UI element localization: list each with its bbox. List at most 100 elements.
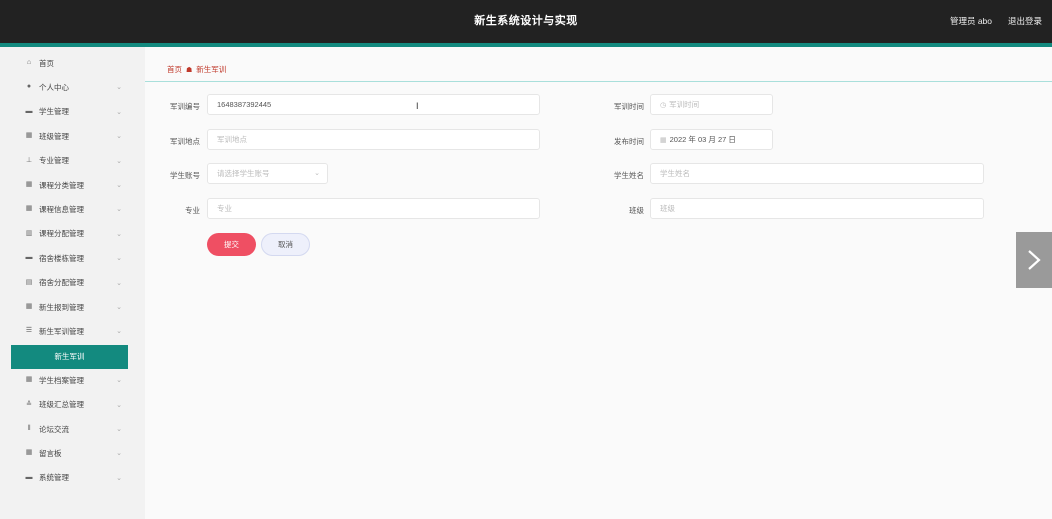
student-name-label: 学生姓名 xyxy=(614,171,644,180)
chevron-down-icon: ⌄ xyxy=(116,474,122,482)
chevron-down-icon: ⌄ xyxy=(116,230,122,238)
home-icon: ⌂ xyxy=(26,59,32,66)
major-label: 专业 xyxy=(185,206,200,215)
training-time-label: 军训时间 xyxy=(614,102,644,111)
grid-icon: ▦ xyxy=(25,449,33,457)
top-bar: 新生系统设计与实现 管理员 abo 退出登录 xyxy=(0,0,1052,43)
sidebar-item-label: 新生军训管理 xyxy=(39,326,84,336)
major-input[interactable]: 专业 xyxy=(207,198,540,219)
sidebar-item-label: 宿舍楼栋管理 xyxy=(39,253,84,263)
text-cursor-icon: I xyxy=(416,101,419,111)
sidebar-item[interactable]: ▤ 宿舍分配管理 ⌄ xyxy=(0,271,145,295)
sidebar: ⌂ 首页 ● 个人中心 ⌄ ▬ 学生管理 ⌄ ▦ 班级管理 ⌄ ⊥ 专业管理 ⌄ ▦ 课程分类管理 ⌄ ▦ 课程信息… xyxy=(0,47,145,519)
chevron-down-icon: ⌄ xyxy=(116,182,122,189)
chevron-down-icon: ⌄ xyxy=(116,255,122,263)
clock-icon: ◷ xyxy=(660,102,667,109)
student-name-input[interactable]: 学生姓名 xyxy=(650,163,984,184)
breadcrumb: 首页 ☗ 新生军训 xyxy=(167,64,226,75)
stack-icon: ≙ xyxy=(26,400,32,408)
training-id-label: 军训编号 xyxy=(170,102,200,111)
chevron-down-icon: ⌄ xyxy=(116,108,122,116)
chevron-down-icon: ⌄ xyxy=(116,304,122,311)
chevron-down-icon: ⌄ xyxy=(116,84,122,92)
sidebar-item[interactable]: ▬ 系统管理 ⌄ xyxy=(0,466,145,490)
training-time-picker[interactable]: ◷ 军训时间 xyxy=(650,94,773,115)
chevron-down-icon: ⌄ xyxy=(116,279,122,287)
sidebar-item[interactable]: ⦀ 论坛交流 ⌄ xyxy=(0,417,145,441)
sidebar-item-label: 首页 xyxy=(39,58,54,68)
sidebar-item[interactable]: ▦ 班级管理 ⌄ xyxy=(0,124,145,148)
category-icon: ▦ xyxy=(25,181,33,188)
header-accent-line xyxy=(0,43,1052,47)
doc-icon: ▤ xyxy=(25,278,33,286)
sidebar-item-label: 专业管理 xyxy=(39,156,69,166)
sidebar-item[interactable]: ▦ 课程分类管理 ⌄ xyxy=(0,173,145,197)
sidebar-item-label: 宿舍分配管理 xyxy=(39,278,84,288)
next-page-button[interactable] xyxy=(1016,232,1052,288)
breadcrumb-divider xyxy=(145,81,1052,82)
breadcrumb-current: 新生军训 xyxy=(196,65,227,74)
chevron-right-icon xyxy=(1028,250,1041,270)
app-title: 新生系统设计与实现 xyxy=(474,15,578,27)
logout-link[interactable]: 退出登录 xyxy=(1008,0,1042,43)
sidebar-item-label: 学生管理 xyxy=(39,107,69,117)
publish-time-label: 发布时间 xyxy=(614,137,644,146)
sidebar-item-label: 班级汇总管理 xyxy=(39,400,84,410)
building-icon: ▬ xyxy=(25,254,33,262)
sidebar-item-label: 论坛交流 xyxy=(39,424,69,434)
sidebar-item[interactable]: ● 个人中心 ⌄ xyxy=(0,75,145,99)
chart-icon: ▥ xyxy=(25,229,33,237)
sidebar-item-label: 系统管理 xyxy=(39,473,69,483)
sidebar-item[interactable]: ▬ 学生管理 ⌄ xyxy=(0,100,145,124)
chevron-down-icon: ⌄ xyxy=(116,157,122,165)
publish-time-value: 2022 年 03 月 27 日 xyxy=(669,135,736,144)
class-input[interactable]: 班级 xyxy=(650,198,984,219)
training-place-label: 军训地点 xyxy=(170,137,200,146)
sidebar-item[interactable]: ▬ 宿舍楼栋管理 ⌄ xyxy=(0,246,145,270)
list-icon: ☰ xyxy=(25,327,33,335)
chevron-down-icon: ⌄ xyxy=(116,450,122,458)
sidebar-item[interactable]: ▦ 新生报到管理 ⌄ xyxy=(0,295,145,319)
sidebar-item-label: 留言板 xyxy=(39,448,62,458)
submit-button[interactable]: 提交 xyxy=(207,233,256,256)
forum-icon: ⦀ xyxy=(27,425,31,432)
system-icon: ▬ xyxy=(25,473,33,481)
training-time-placeholder: 军训时间 xyxy=(669,100,700,109)
sidebar-subitem-military-training[interactable]: 新生军训 xyxy=(11,344,128,369)
sidebar-item[interactable]: ☰ 新生军训管理 ⌄ xyxy=(0,319,145,343)
class-label: 班级 xyxy=(629,206,644,215)
publish-time-picker[interactable]: ▦ 2022 年 03 月 27 日 xyxy=(650,129,773,150)
student-account-label: 学生账号 xyxy=(170,171,200,180)
chevron-down-icon: ⌄ xyxy=(314,170,320,177)
current-user: 管理员 abo xyxy=(949,16,992,26)
sidebar-item[interactable]: ▦ 学生档案管理 ⌄ xyxy=(0,368,145,392)
sidebar-item[interactable]: ⌂ 首页 xyxy=(0,51,145,75)
student-account-placeholder: 请选择学生账号 xyxy=(217,169,270,178)
sidebar-item-label: 个人中心 xyxy=(39,82,69,92)
sidebar-item-label: 课程分配管理 xyxy=(39,229,84,239)
breadcrumb-separator-icon: ☗ xyxy=(186,67,193,74)
grid-icon: ▦ xyxy=(25,376,33,384)
chevron-down-icon: ⌄ xyxy=(116,133,122,141)
chevron-down-icon: ⌄ xyxy=(116,206,122,214)
chevron-down-icon: ⌄ xyxy=(116,426,122,433)
student-icon: ▬ xyxy=(25,107,33,115)
sidebar-item[interactable]: ⊥ 专业管理 ⌄ xyxy=(0,149,145,173)
student-account-select[interactable]: 请选择学生账号 ⌄ xyxy=(207,163,328,184)
chevron-down-icon: ⌄ xyxy=(116,377,122,385)
sidebar-item[interactable]: ▦ 课程信息管理 ⌄ xyxy=(0,197,145,221)
cancel-button[interactable]: 取消 xyxy=(261,233,310,256)
sidebar-item[interactable]: ≙ 班级汇总管理 ⌄ xyxy=(0,393,145,417)
sidebar-item-label: 新生报到管理 xyxy=(39,302,84,312)
sidebar-item[interactable]: ▥ 课程分配管理 ⌄ xyxy=(0,222,145,246)
sidebar-item-label: 课程信息管理 xyxy=(39,204,84,214)
grid-icon: ▦ xyxy=(25,132,33,140)
sidebar-item[interactable]: ▦ 留言板 ⌄ xyxy=(0,441,145,465)
chevron-down-icon: ⌄ xyxy=(116,401,122,409)
sidebar-item-label: 学生档案管理 xyxy=(39,375,84,385)
sidebar-item-label: 班级管理 xyxy=(39,131,69,141)
chevron-down-icon: ⌄ xyxy=(116,328,122,336)
breadcrumb-home[interactable]: 首页 xyxy=(167,65,182,74)
training-id-input[interactable]: 1648387392445 xyxy=(207,94,540,115)
training-place-input[interactable]: 军训地点 xyxy=(207,129,540,150)
